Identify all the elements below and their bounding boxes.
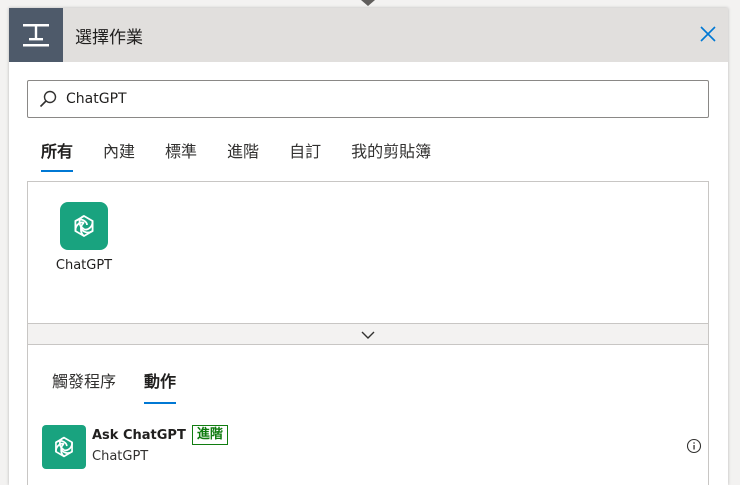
dialog-title: 選擇作業 xyxy=(75,27,143,48)
action-insert-icon xyxy=(9,8,63,62)
close-icon[interactable] xyxy=(698,24,718,44)
connector-results-panel: ChatGPT 觸發程序 動作 Ask ChatGPT 進階 ChatGPT xyxy=(27,181,709,485)
action-item-ask-chatgpt[interactable]: Ask ChatGPT 進階 ChatGPT xyxy=(42,425,702,471)
openai-icon xyxy=(42,425,86,469)
tab-standard[interactable]: 標準 xyxy=(165,138,197,172)
tab-triggers[interactable]: 觸發程序 xyxy=(52,368,116,404)
openai-icon xyxy=(60,202,108,250)
connector-tile-chatgpt[interactable]: ChatGPT xyxy=(54,202,114,273)
tab-premium[interactable]: 進階 xyxy=(227,138,259,172)
chevron-down-icon xyxy=(360,325,376,344)
action-connector-name: ChatGPT xyxy=(92,449,149,464)
operation-type-tabs: 觸發程序 動作 xyxy=(52,368,204,404)
info-icon[interactable] xyxy=(686,438,702,454)
action-text: Ask ChatGPT 進階 ChatGPT xyxy=(92,425,228,464)
premium-badge: 進階 xyxy=(191,425,228,445)
tab-my-clipboard[interactable]: 我的剪貼簿 xyxy=(351,138,431,172)
tab-actions[interactable]: 動作 xyxy=(144,368,177,404)
tab-built-in[interactable]: 內建 xyxy=(103,138,135,172)
choose-operation-dialog: 選擇作業 所有 內建 標準 進階 自訂 我的剪貼簿 xyxy=(9,8,728,485)
search-box xyxy=(27,80,709,118)
dialog-header: 選擇作業 xyxy=(9,8,728,62)
search-input[interactable] xyxy=(64,90,668,108)
action-title-line: Ask ChatGPT 進階 xyxy=(92,425,228,445)
action-title: Ask ChatGPT xyxy=(92,427,186,443)
flow-connector-arrow xyxy=(361,0,375,6)
search-icon xyxy=(38,89,58,109)
connector-category-tabs: 所有 內建 標準 進階 自訂 我的剪貼簿 xyxy=(41,138,461,172)
tab-custom[interactable]: 自訂 xyxy=(289,138,321,172)
tab-all[interactable]: 所有 xyxy=(41,138,74,172)
collapse-toggle[interactable] xyxy=(28,323,708,345)
connector-label: ChatGPT xyxy=(55,258,113,273)
